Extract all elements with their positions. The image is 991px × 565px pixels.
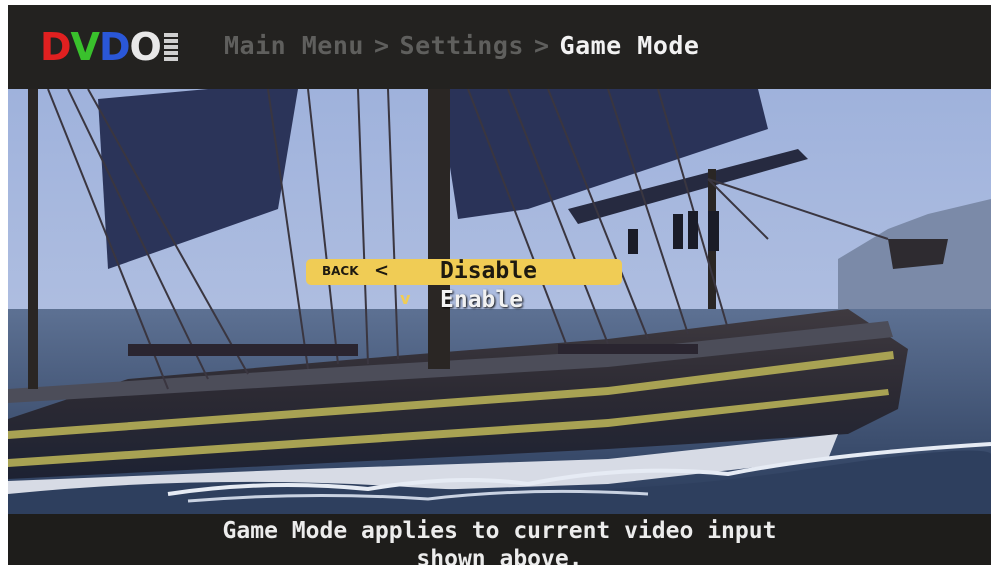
breadcrumb-separator: > (373, 31, 390, 60)
menu-item-disable[interactable]: BACK < Disable (306, 258, 622, 285)
logo-letter-d2: D (98, 25, 131, 69)
info-bar: Game Mode applies to current video input… (8, 514, 991, 565)
logo-letter-v: V (70, 25, 100, 69)
header-bar: D V D O Main Menu > Settings > Game Mode (8, 5, 991, 89)
back-button[interactable]: BACK (322, 264, 359, 278)
dvdo-mark-icon (163, 33, 178, 61)
logo-letter-o: O (129, 25, 162, 69)
breadcrumb-settings[interactable]: Settings (400, 31, 524, 60)
info-text: Game Mode applies to current video input… (8, 517, 991, 565)
game-mode-menu: BACK < Disable v Enable (306, 258, 624, 319)
logo-letter-d1: D (40, 25, 72, 69)
breadcrumb-separator: > (533, 31, 550, 60)
breadcrumb: Main Menu > Settings > Game Mode (224, 31, 699, 60)
checkmark-icon: v (400, 289, 411, 308)
info-line-1: Game Mode applies to current video input (222, 518, 777, 544)
breadcrumb-game-mode: Game Mode (559, 31, 700, 60)
info-line-2: shown above. (416, 546, 583, 565)
option-disable-label: Disable (440, 258, 537, 284)
breadcrumb-main-menu[interactable]: Main Menu (224, 31, 364, 60)
chevron-left-icon[interactable]: < (374, 260, 389, 281)
menu-item-enable[interactable]: Enable (440, 287, 523, 313)
osd-frame: D V D O Main Menu > Settings > Game Mode (8, 5, 991, 565)
dvdo-logo: D V D O (40, 25, 178, 69)
